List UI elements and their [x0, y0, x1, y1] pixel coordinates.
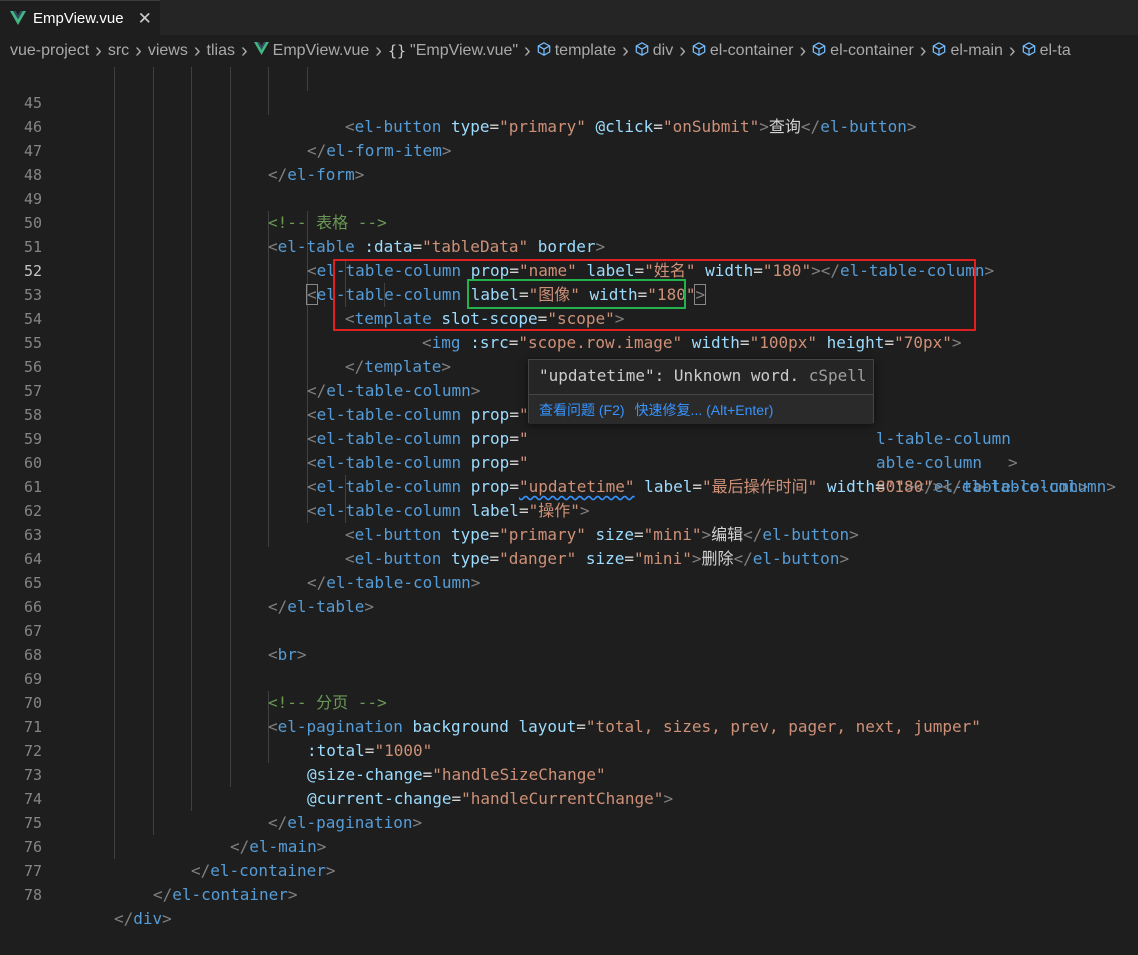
- breadcrumb-label: views: [147, 42, 188, 59]
- breadcrumb-label: "EmpView.vue": [410, 42, 519, 59]
- view-problem-link[interactable]: 查看问题 (F2): [539, 400, 625, 420]
- code-line: 61 <el-table-column label="操作">: [0, 451, 1138, 520]
- code-line: 76 </el-container>: [0, 811, 1138, 880]
- breadcrumb-label: template: [554, 42, 617, 59]
- code-line: 72 @size-change="handleSizeChange": [0, 715, 1138, 784]
- code-line: 56 </el-table-column>: [0, 331, 1138, 400]
- breadcrumb: vue-project › src › views › tlias › EmpView.vue ›…: [0, 35, 1138, 67]
- breadcrumb-label: vue-project: [10, 42, 90, 59]
- close-icon[interactable]: ✕: [138, 10, 152, 27]
- tab-empview[interactable]: EmpView.vue ✕: [0, 0, 160, 35]
- cube-icon: [812, 41, 826, 61]
- code-line: 73 @current-change="handleCurrentChange"…: [0, 739, 1138, 808]
- code-line: 51 <el-table-column prop="name" label="姓…: [0, 211, 1138, 280]
- tab-bar: EmpView.vue ✕: [0, 0, 1138, 35]
- code-line: 71 :total="1000": [0, 691, 1138, 760]
- cube-icon: [1022, 41, 1036, 61]
- code-line: 75 </el-main>: [0, 787, 1138, 856]
- chevron-right-icon: ›: [799, 39, 807, 62]
- tooltip-actions: 查看问题 (F2) 快速修复... (Alt+Enter): [529, 394, 873, 424]
- breadcrumb-item[interactable]: vue-project: [10, 42, 89, 60]
- spell-check-tooltip: "updatetime": Unknown word. cSpell 查看问题 …: [528, 359, 874, 424]
- tab-title: EmpView.vue: [33, 9, 124, 27]
- chevron-right-icon: ›: [193, 39, 201, 62]
- chevron-right-icon: ›: [679, 39, 686, 62]
- code-line-active: 52 <el-table-column label="图像" width="18…: [0, 235, 1138, 305]
- breadcrumb-item[interactable]: src: [108, 42, 129, 60]
- breadcrumb-item[interactable]: el-ta: [1022, 41, 1071, 61]
- chevron-right-icon: ›: [375, 39, 382, 62]
- cube-icon: [932, 41, 946, 61]
- code-line: 49 <!-- 表格 -->: [0, 163, 1138, 232]
- code-line: 68: [0, 619, 1138, 664]
- breadcrumb-item[interactable]: el-container: [812, 41, 914, 61]
- breadcrumb-item[interactable]: el-main: [932, 41, 1003, 61]
- quick-fix-link[interactable]: 快速修复... (Alt+Enter): [635, 400, 774, 420]
- breadcrumb-item[interactable]: el-container: [692, 41, 794, 61]
- cube-icon: [537, 41, 551, 61]
- tooltip-message: "updatetime": Unknown word. cSpell: [539, 366, 867, 385]
- breadcrumb-label: el-container: [709, 42, 794, 59]
- code-line: 70 <el-pagination background layout="tot…: [0, 667, 1138, 736]
- code-line: 74 </el-pagination>: [0, 763, 1138, 832]
- vue-icon: [10, 11, 26, 25]
- breadcrumb-item[interactable]: tlias: [207, 42, 235, 60]
- breadcrumb-label: src: [107, 42, 130, 59]
- breadcrumb-item[interactable]: template: [537, 41, 617, 61]
- green-highlight-box: [467, 279, 686, 309]
- code-line: 45 <el-button type="primary" @click="onS…: [0, 67, 1138, 136]
- code-line: 62 <el-button type="primary" size="mini"…: [0, 475, 1138, 544]
- code-line: 77 </el-container>: [0, 835, 1138, 904]
- code-line: 46 </el-form-item>: [0, 91, 1138, 160]
- code-line: 78 </div>: [0, 859, 1138, 928]
- chevron-right-icon: ›: [135, 39, 142, 62]
- cube-icon: [635, 41, 649, 61]
- code-line: 63 <el-button type="danger" size="mini">…: [0, 499, 1138, 568]
- tooltip-source: cSpell: [808, 366, 867, 385]
- breadcrumb-label: tlias: [206, 42, 235, 59]
- chevron-right-icon: ›: [919, 39, 927, 62]
- chevron-right-icon: ›: [1008, 39, 1016, 62]
- line-number: 78: [23, 886, 42, 904]
- breadcrumb-label: div: [652, 42, 674, 59]
- braces-icon: {}: [387, 41, 407, 60]
- code-line: 67 <br>: [0, 595, 1138, 664]
- code-line: 64 </el-table-column>: [0, 523, 1138, 592]
- chevron-right-icon: ›: [240, 39, 248, 62]
- breadcrumb-item[interactable]: {} "EmpView.vue": [388, 42, 518, 61]
- code-line: 60 <el-table-column prop="updatetime" la…: [0, 427, 1138, 496]
- breadcrumb-label: el-container: [830, 42, 914, 59]
- breadcrumb-item[interactable]: div: [635, 41, 674, 61]
- code-line: 48: [0, 139, 1138, 184]
- code-line: 69 <!-- 分页 -->: [0, 643, 1138, 712]
- code-line: 50 <el-table :data="tableData" border>: [0, 187, 1138, 256]
- cube-icon: [692, 41, 706, 61]
- breadcrumb-label: el-ta: [1039, 42, 1071, 59]
- chevron-right-icon: ›: [622, 39, 629, 62]
- code-line: 66: [0, 571, 1138, 616]
- chevron-right-icon: ›: [95, 39, 102, 62]
- code-editor[interactable]: 45 <el-button type="primary" @click="onS…: [0, 67, 1138, 928]
- breadcrumb-label: el-main: [950, 42, 1003, 59]
- breadcrumb-label: EmpView.vue: [272, 42, 370, 59]
- code-line: 65 </el-table>: [0, 547, 1138, 616]
- breadcrumb-item[interactable]: views: [148, 42, 188, 60]
- code-line: 47 </el-form>: [0, 115, 1138, 184]
- chevron-right-icon: ›: [524, 39, 531, 62]
- vue-icon: [253, 42, 269, 60]
- breadcrumb-item[interactable]: EmpView.vue: [253, 42, 370, 60]
